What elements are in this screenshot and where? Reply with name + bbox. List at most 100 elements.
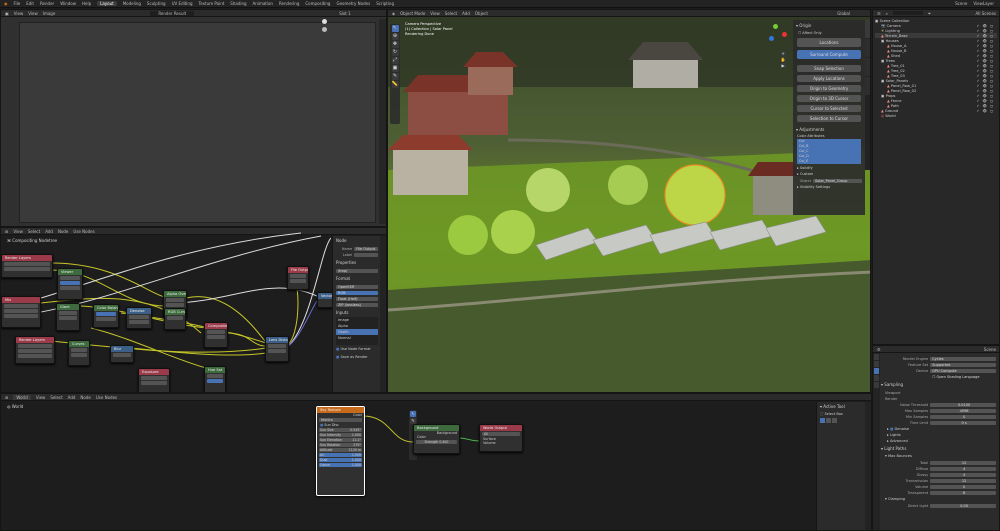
editor-type-icon[interactable]: ⚙ [877, 347, 881, 352]
node-field[interactable] [268, 349, 286, 353]
mode-extend-icon[interactable] [826, 418, 831, 423]
axis-x-icon[interactable] [782, 32, 787, 37]
origin-header[interactable]: ▾ Origin [793, 20, 865, 31]
image-selector[interactable]: Render Result [150, 10, 195, 16]
use-node-format-checkbox[interactable]: ■ Use Node Format [333, 345, 381, 353]
compositor-node[interactable]: Denoise [126, 307, 152, 329]
altitude-field[interactable]: Altitude 1120 m [319, 448, 362, 452]
time-limit-field[interactable]: 0 s [930, 420, 996, 425]
visibility-toggles[interactable]: ✓ 👁 ◻ [976, 29, 997, 33]
node-field[interactable] [59, 316, 77, 320]
editor-type-icon[interactable]: ▣ [5, 11, 9, 16]
node-field[interactable] [60, 281, 80, 285]
pan-icon[interactable]: ✋ [780, 57, 786, 62]
render-tab-icon[interactable] [874, 354, 879, 360]
node-field[interactable] [290, 274, 306, 278]
node-field[interactable] [207, 379, 223, 383]
menu-view[interactable]: View [430, 11, 440, 16]
mode-new-icon[interactable] [820, 418, 825, 423]
node-field[interactable] [60, 286, 80, 290]
sun-rotation-field[interactable]: Sun Rotation 279° [319, 443, 362, 447]
apply-locations-button[interactable]: Apply Locations [797, 75, 861, 82]
clamping-subpanel[interactable]: ▾ Clamping [881, 496, 999, 502]
node-field[interactable] [60, 276, 80, 280]
world-tab-icon[interactable] [874, 375, 879, 381]
visibility-toggles[interactable]: ✓ 👁 ◻ [976, 64, 997, 68]
search-icon[interactable]: ⌕ [886, 11, 888, 16]
rotate-tool-icon[interactable]: ↻ [391, 49, 399, 56]
menu-edit[interactable]: Edit [26, 1, 34, 6]
sky-type-dropdown[interactable]: Nishita [319, 418, 362, 422]
visibility-toggles[interactable]: ✓ 👁 ◻ [976, 104, 997, 108]
outliner-search-field[interactable] [892, 11, 923, 15]
background-node[interactable]: Background Background Color Strength 0.4… [413, 424, 460, 454]
workspace-tab-modeling[interactable]: Modeling [123, 1, 141, 6]
scale-tool-icon[interactable]: ⤢ [391, 57, 399, 64]
menu-file[interactable]: File [14, 1, 21, 6]
zoom-icon[interactable]: + [780, 51, 786, 56]
menu-object[interactable]: Object [475, 11, 488, 16]
node-field[interactable] [141, 381, 167, 385]
transform-orientation[interactable]: Global [837, 11, 870, 16]
compositor-node[interactable]: Blur [110, 345, 134, 363]
visibility-toggles[interactable]: ✓ 👁 ◻ [976, 94, 997, 98]
adjustments-header[interactable]: ▾ Adjustments [793, 125, 865, 134]
tab-item[interactable] [865, 20, 870, 38]
editor-type-icon[interactable]: ☰ [877, 11, 881, 16]
compositor-node[interactable]: RGB Curves [164, 308, 186, 330]
name-field[interactable]: File Output [354, 246, 378, 251]
view-layer-selector[interactable]: ViewLayer [973, 1, 1000, 6]
min-samples-field[interactable]: 0 [930, 414, 996, 419]
node-field[interactable] [129, 315, 149, 319]
node-field[interactable] [4, 262, 50, 266]
visibility-toggles[interactable]: ✓ 👁 ◻ [976, 54, 997, 58]
node-field[interactable] [207, 330, 225, 334]
tab-create[interactable] [865, 77, 870, 95]
list-item[interactable]: Normal [336, 335, 378, 341]
blender-logo-icon[interactable]: ◉ [4, 1, 8, 6]
render-subpanel[interactable]: Render [881, 397, 934, 401]
select-tool-icon[interactable]: ↖ [391, 25, 399, 32]
list-item[interactable]: Col_E [797, 159, 861, 164]
workspace-tab-uv-editing[interactable]: UV Editing [172, 1, 193, 6]
node-field[interactable] [71, 353, 87, 357]
visibility-toggles[interactable]: ✓ 👁 ◻ [976, 74, 997, 78]
color-output-socket[interactable]: Color [317, 413, 364, 417]
visibility-toggles[interactable]: ✓ 👁 ◻ [976, 49, 997, 53]
annotate-tool-icon[interactable]: ✎ [391, 73, 399, 80]
origin-to-cursor-button[interactable]: Origin to 3D Cursor [797, 95, 861, 102]
tree-item[interactable]: ◍ World [875, 113, 997, 118]
cursor-to-selected-button[interactable]: Cursor to Selected [797, 105, 861, 112]
visibility-toggles[interactable]: ✓ 👁 ◻ [976, 39, 997, 43]
workspace-tab-scripting[interactable]: Scripting [376, 1, 394, 6]
compositor-node[interactable]: Lens Distortion [265, 336, 289, 362]
workspace-tab-compositing[interactable]: Compositing [305, 1, 330, 6]
tab-tool[interactable] [865, 39, 870, 57]
surround-compute-button[interactable]: Surround Compute [797, 50, 861, 59]
strength-field[interactable]: Strength 0.400 [416, 440, 457, 444]
node-field[interactable] [290, 279, 306, 283]
node-field[interactable] [71, 348, 87, 352]
world-output-node[interactable]: World Output All Surface Volume [479, 424, 523, 452]
sky-texture-node[interactable]: Sky Texture Color Nishita ■ Sun Disc Sun… [316, 406, 365, 496]
clamp-direct-field[interactable]: 0.00 [930, 503, 996, 508]
origin-to-geometry-button[interactable]: Origin to Geometry [797, 85, 861, 92]
node-field[interactable] [4, 304, 38, 308]
node-field[interactable] [129, 320, 149, 324]
compositor-node[interactable]: Color Balance [93, 304, 119, 328]
air-field[interactable]: Air 1.000 [319, 453, 362, 457]
mode-subtract-icon[interactable] [832, 418, 837, 423]
bounce-transparent-field[interactable]: 8 [930, 490, 996, 495]
menu-render[interactable]: Render [40, 1, 54, 6]
bounce-total-field[interactable]: 12 [930, 460, 996, 465]
move-tool-icon[interactable]: ✥ [391, 41, 399, 48]
light-paths-header[interactable]: ▾ Light Paths [881, 444, 999, 453]
node-field[interactable] [18, 349, 52, 353]
selection-to-cursor-button[interactable]: Selection to Cursor [797, 115, 861, 122]
visibility-toggles[interactable]: ✓ 👁 ◻ [976, 79, 997, 83]
visibility-toggles[interactable]: ✓ 👁 ◻ [976, 89, 997, 93]
compositor-node[interactable]: Composite [204, 322, 228, 348]
menu-help[interactable]: Help [82, 1, 91, 6]
osl-checkbox[interactable]: ☐ Open Shading Language [930, 375, 996, 379]
save-as-render-checkbox[interactable]: ■ Save as Render [333, 353, 381, 361]
